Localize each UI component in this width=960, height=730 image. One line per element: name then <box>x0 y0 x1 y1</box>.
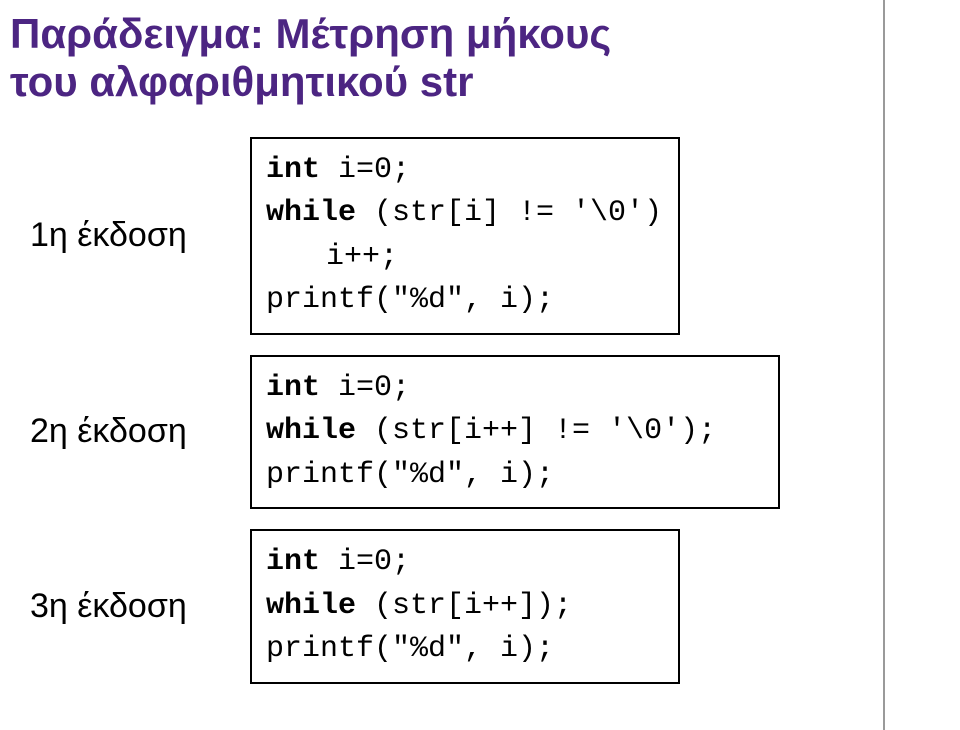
keyword-int: int <box>266 153 320 187</box>
keyword-while: while <box>266 196 356 230</box>
vertical-divider <box>883 0 885 730</box>
version-2-label: 2η έκδοση <box>10 412 250 451</box>
code-text: i=0; <box>320 371 410 405</box>
code-text: (str[i++]); <box>356 589 572 623</box>
version-3-code: int i=0; while (str[i++]); printf("%d", … <box>250 529 680 684</box>
version-3-row: 3η έκδοση int i=0; while (str[i++]); pri… <box>10 529 960 684</box>
version-1-row: 1η έκδοση int i=0; while (str[i] != '\0'… <box>10 137 960 335</box>
code-text: (str[i++] != '\0'); <box>356 414 716 448</box>
version-1-code: int i=0; while (str[i] != '\0') i++; pri… <box>250 137 680 335</box>
code-text: i=0; <box>320 545 410 579</box>
code-text: i++; <box>326 240 398 274</box>
version-1-label: 1η έκδοση <box>10 216 250 255</box>
keyword-int: int <box>266 371 320 405</box>
title-line-2: του αλφαριθμητικού str <box>10 58 960 106</box>
code-text: printf("%d", i); <box>266 283 554 317</box>
keyword-while: while <box>266 589 356 623</box>
keyword-while: while <box>266 414 356 448</box>
keyword-int: int <box>266 545 320 579</box>
code-text: i=0; <box>320 153 410 187</box>
version-3-label: 3η έκδοση <box>10 587 250 626</box>
title-line-1: Παράδειγμα: Μέτρηση μήκους <box>10 10 960 58</box>
code-text: printf("%d", i); <box>266 632 554 666</box>
code-text: (str[i] != '\0') <box>356 196 662 230</box>
code-text: printf("%d", i); <box>266 458 554 492</box>
version-2-row: 2η έκδοση int i=0; while (str[i++] != '\… <box>10 355 960 510</box>
content-area: 1η έκδοση int i=0; while (str[i] != '\0'… <box>0 107 960 684</box>
version-2-code: int i=0; while (str[i++] != '\0'); print… <box>250 355 780 510</box>
slide-title: Παράδειγμα: Μέτρηση μήκους του αλφαριθμη… <box>0 0 960 107</box>
